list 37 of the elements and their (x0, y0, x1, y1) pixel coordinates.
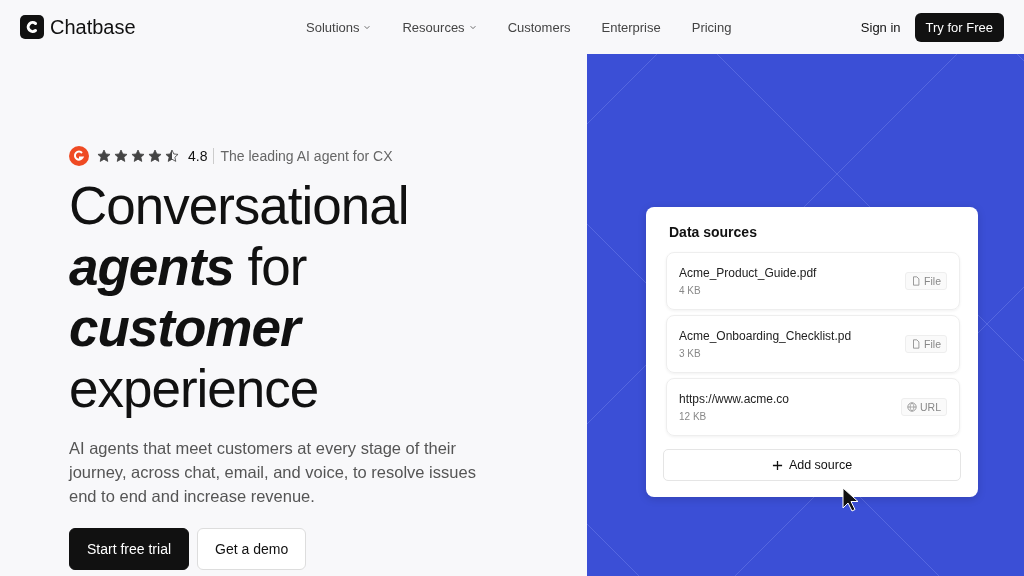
document-icon (911, 276, 922, 286)
card-title: Data sources (669, 224, 758, 240)
nav-link[interactable]: Customers (507, 19, 571, 35)
source-size: 3 KB (679, 348, 702, 359)
description: AI agents that meet customers at every stage of their journey, across chat, email, and voice, to resolve issues end to end and increase revenue. (69, 438, 477, 507)
nav-link[interactable]: Solutions (306, 19, 372, 35)
globe-icon (907, 402, 917, 412)
sign-in-link[interactable]: Sign in (860, 19, 901, 35)
source-tag: File (905, 335, 947, 353)
source-item[interactable]: https://www.acme.co 12 KB URL (666, 378, 960, 436)
source-tag: File (905, 272, 947, 290)
source-name: https://www.acme.co (679, 392, 790, 406)
source-name: Acme_Onboarding_Checklist.pd (679, 329, 852, 343)
try-free-button[interactable]: Try for Free (914, 12, 1004, 42)
source-item[interactable]: Acme_Product_Guide.pdf 4 KB File (666, 252, 960, 310)
source-item[interactable]: Acme_Onboarding_Checklist.pd 3 KB File (666, 315, 960, 373)
nav-link[interactable]: Pricing (691, 19, 732, 35)
document-icon (911, 339, 922, 349)
start-trial-button[interactable]: Start free trial (69, 528, 190, 570)
nav-link[interactable]: Enterprise (601, 19, 661, 35)
g2-icon (69, 146, 89, 166)
headline-text: for (246, 237, 307, 296)
headline-text: agents (69, 237, 234, 296)
rating-score: 4.8 (188, 148, 208, 164)
headline-text: Conversational (69, 176, 409, 235)
source-tag: URL (901, 398, 947, 416)
logo-icon (20, 15, 44, 39)
plus-icon (771, 459, 783, 471)
source-name: Acme_Product_Guide.pdf (679, 266, 817, 280)
demo-button[interactable]: Get a demo (197, 528, 307, 570)
brand-name: Chatbase (50, 15, 136, 39)
rating-tagline: The leading AI agent for CX (220, 148, 393, 164)
add-source-button[interactable]: Add source (663, 449, 961, 481)
nav-link[interactable]: Resources (402, 19, 477, 35)
headline-text: experience (69, 359, 319, 418)
source-size: 4 KB (679, 285, 702, 296)
source-size: 12 KB (679, 411, 708, 422)
